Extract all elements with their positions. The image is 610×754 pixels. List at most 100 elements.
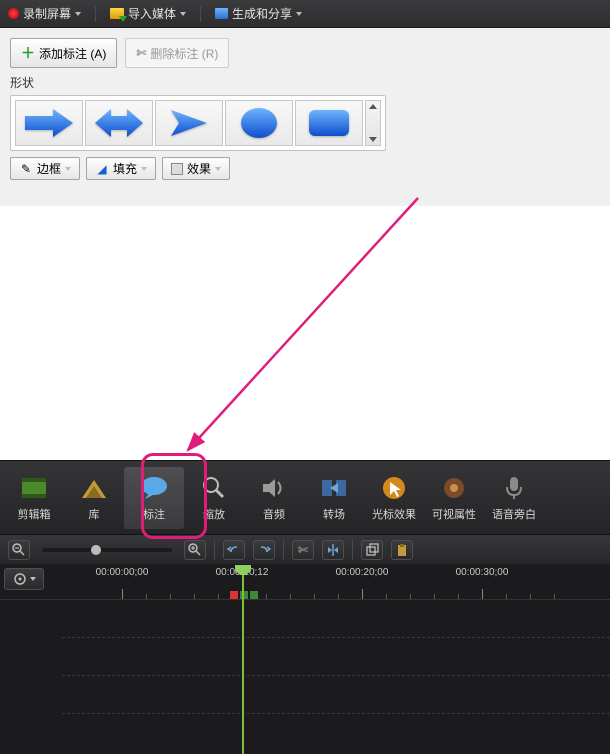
cut-button[interactable]: ✄ (292, 540, 314, 560)
effects-icon (171, 163, 183, 175)
tab-audio-label: 音频 (263, 506, 285, 522)
scroll-up-icon (369, 104, 377, 109)
zoom-out-button[interactable] (8, 540, 30, 560)
copy-button[interactable] (361, 540, 383, 560)
playhead-handle-icon (235, 565, 251, 575)
fill-label: 填充 (113, 160, 137, 177)
plus-icon: ＋ (21, 43, 35, 63)
timeline: 00:00:00;00 00:00:10;12 00:00:20;00 00:0… (0, 564, 610, 754)
shape-picker (10, 95, 386, 151)
timeline-toolbar: ✄ (0, 534, 610, 564)
fill-button[interactable]: ◢ 填充 (86, 157, 156, 180)
playhead[interactable] (242, 567, 244, 754)
tab-library[interactable]: 库 (64, 467, 124, 529)
shape-group: 形状 (10, 74, 600, 151)
tab-callouts-label: 标注 (143, 506, 165, 522)
shape-arrow-right[interactable] (15, 100, 83, 146)
border-button[interactable]: ✎ 边框 (10, 157, 80, 180)
track-row[interactable] (62, 600, 610, 638)
import-media-label: 导入媒体 (128, 5, 176, 22)
tab-visual-properties[interactable]: 可视属性 (424, 467, 484, 529)
track-controls (4, 568, 44, 590)
scissors-icon: ✄ (298, 543, 308, 557)
tab-zoom[interactable]: 缩放 (184, 467, 244, 529)
tab-narration-label: 语音旁白 (492, 506, 536, 522)
tool-tab-bar: 剪辑箱 库 标注 缩放 音频 转场 光标效果 可视属性 语音旁白 (0, 460, 610, 534)
tab-zoom-label: 缩放 (203, 506, 225, 522)
add-callout-button[interactable]: ＋ 添加标注 (A) (10, 38, 117, 68)
chevron-down-icon (30, 577, 36, 581)
shape-arrow-double[interactable] (85, 100, 153, 146)
timeline-tracks (0, 600, 610, 714)
menu-separator (95, 6, 96, 22)
produce-share-menu[interactable]: 生成和分享 (215, 5, 302, 22)
tab-visual-label: 可视属性 (432, 506, 476, 522)
marker-green[interactable] (250, 591, 258, 599)
bucket-icon: ◢ (95, 162, 109, 176)
transition-icon (319, 474, 349, 502)
record-screen-menu[interactable]: 录制屏幕 (8, 5, 81, 22)
ruler-tick-label: 00:00:00;00 (96, 567, 149, 578)
delete-callout-label: 删除标注 (R) (150, 45, 218, 62)
undo-button[interactable] (223, 540, 245, 560)
zoom-slider[interactable] (42, 548, 172, 552)
speaker-icon (259, 474, 289, 502)
tab-transitions-label: 转场 (323, 506, 345, 522)
produce-share-label: 生成和分享 (232, 5, 292, 22)
delete-callout-button[interactable]: ✄ 删除标注 (R) (125, 38, 229, 68)
toolbar-separator (352, 540, 353, 560)
import-media-menu[interactable]: 导入媒体 (110, 5, 186, 22)
tab-transitions[interactable]: 转场 (304, 467, 364, 529)
tab-audio[interactable]: 音频 (244, 467, 304, 529)
record-icon (8, 8, 19, 19)
effects-button[interactable]: 效果 (162, 157, 230, 180)
tab-cursor-effects[interactable]: 光标效果 (364, 467, 424, 529)
toolbar-separator (214, 540, 215, 560)
paste-button[interactable] (391, 540, 413, 560)
menu-separator (200, 6, 201, 22)
style-tool-row: ✎ 边框 ◢ 填充 效果 (10, 157, 600, 180)
add-callout-label: 添加标注 (A) (39, 45, 106, 62)
ruler-tick-label: 00:00:30;00 (456, 567, 509, 578)
magnifier-icon (199, 474, 229, 502)
marker-red[interactable] (230, 591, 238, 599)
chevron-down-icon (180, 12, 186, 16)
speech-bubble-icon (139, 474, 169, 502)
border-label: 边框 (37, 160, 61, 177)
shape-circle[interactable] (225, 100, 293, 146)
shape-rounded-rect[interactable] (295, 100, 363, 146)
time-ruler[interactable]: 00:00:00;00 00:00:10;12 00:00:20;00 00:0… (0, 566, 610, 600)
tab-cursor-label: 光标效果 (372, 506, 416, 522)
ruler-tick-label: 00:00:20;00 (336, 567, 389, 578)
shapes-label: 形状 (10, 74, 600, 91)
track-row[interactable] (62, 676, 610, 714)
tab-clip-bin[interactable]: 剪辑箱 (4, 467, 64, 529)
chevron-down-icon (65, 167, 71, 171)
folder-import-icon (110, 8, 124, 19)
effects-label: 效果 (187, 160, 211, 177)
callout-action-row: ＋ 添加标注 (A) ✄ 删除标注 (R) (10, 38, 600, 68)
scroll-down-icon (369, 137, 377, 142)
microphone-icon (499, 474, 529, 502)
chevron-down-icon (141, 167, 147, 171)
zoom-in-button[interactable] (184, 540, 206, 560)
top-menu-bar: 录制屏幕 导入媒体 生成和分享 (0, 0, 610, 28)
track-settings-button[interactable] (4, 568, 44, 590)
chevron-down-icon (75, 12, 81, 16)
pencil-icon: ✎ (19, 162, 33, 176)
redo-button[interactable] (253, 540, 275, 560)
chevron-down-icon (296, 12, 302, 16)
tab-voice-narration[interactable]: 语音旁白 (484, 467, 544, 529)
zoom-slider-knob[interactable] (91, 545, 101, 555)
tab-library-label: 库 (89, 506, 100, 522)
track-row[interactable] (62, 638, 610, 676)
clipbin-icon (19, 474, 49, 502)
shape-scroll[interactable] (365, 100, 381, 146)
tab-clipbin-label: 剪辑箱 (18, 506, 51, 522)
toolbar-separator (283, 540, 284, 560)
tab-callouts[interactable]: 标注 (124, 467, 184, 529)
library-icon (79, 474, 109, 502)
split-button[interactable] (322, 540, 344, 560)
shape-arrowhead[interactable] (155, 100, 223, 146)
preview-blank-area (0, 206, 610, 460)
